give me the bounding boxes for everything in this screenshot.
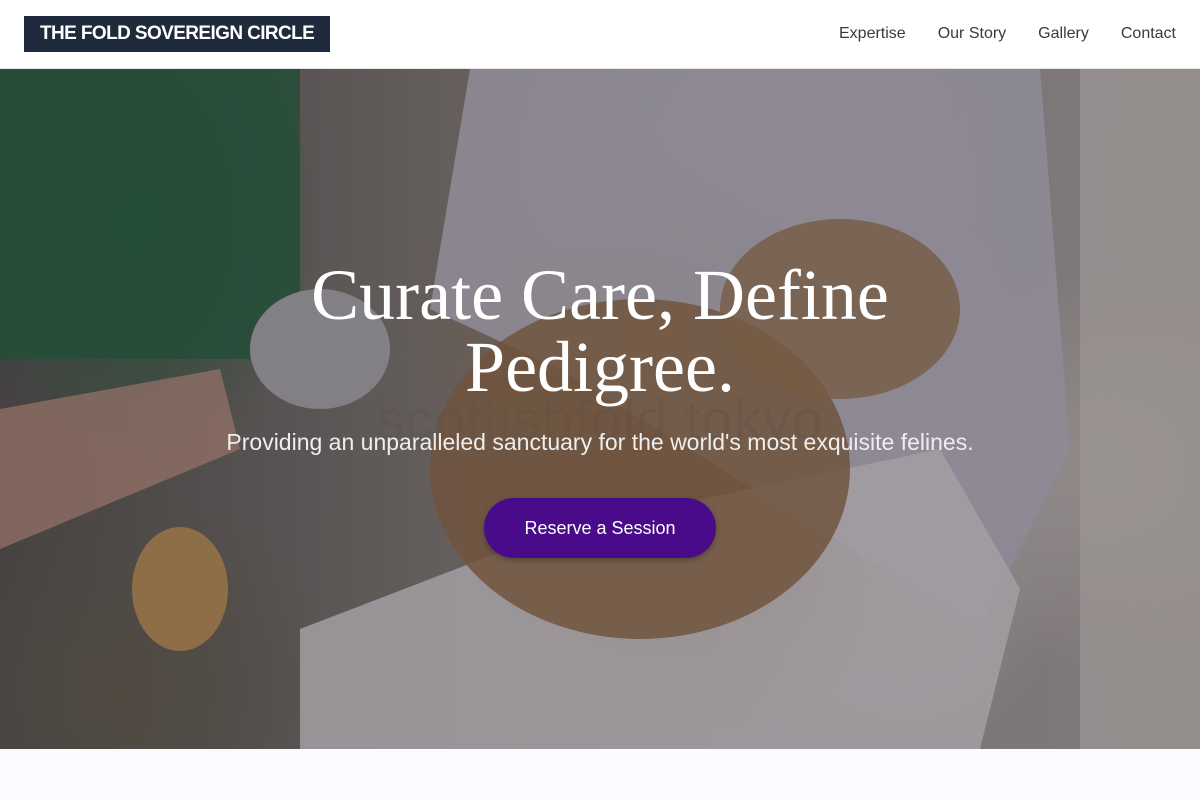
next-section bbox=[0, 749, 1200, 800]
site-header: THE FOLD SOVEREIGN CIRCLE Expertise Our … bbox=[0, 0, 1200, 69]
site-logo[interactable]: THE FOLD SOVEREIGN CIRCLE bbox=[24, 16, 331, 52]
hero-title: Curate Care, Define Pedigree. bbox=[311, 255, 889, 407]
hero-section: scottishfold tokyo Curate Care, Define P… bbox=[0, 69, 1200, 749]
hero-content: Curate Care, Define Pedigree. Providing … bbox=[0, 69, 1200, 749]
reserve-session-button[interactable]: Reserve a Session bbox=[484, 498, 716, 558]
nav-link-contact[interactable]: Contact bbox=[1121, 25, 1176, 43]
main-nav: Expertise Our Story Gallery Contact bbox=[839, 25, 1176, 43]
hero-subtitle: Providing an unparalleled sanctuary for … bbox=[226, 429, 974, 455]
nav-link-our-story[interactable]: Our Story bbox=[938, 25, 1006, 43]
nav-link-expertise[interactable]: Expertise bbox=[839, 25, 906, 43]
nav-link-gallery[interactable]: Gallery bbox=[1038, 25, 1089, 43]
